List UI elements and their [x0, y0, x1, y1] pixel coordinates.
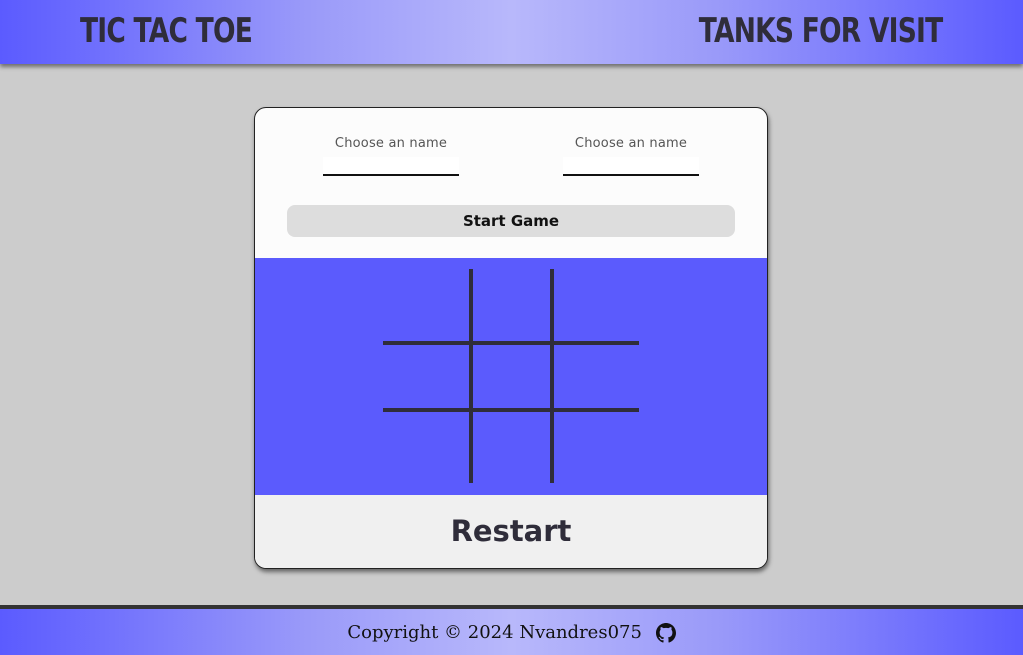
game-card: Choose an name Choose an name Start Game… — [254, 107, 768, 569]
grid-line-horizontal — [383, 341, 639, 345]
page-header: TIC TAC TOE TANKS FOR VISIT — [0, 0, 1023, 64]
player-two-field: Choose an name — [563, 135, 699, 176]
board-cell[interactable] — [470, 269, 552, 342]
board-cell[interactable] — [470, 342, 552, 409]
board-cell[interactable] — [383, 269, 470, 342]
github-icon[interactable] — [655, 623, 676, 643]
player-one-label: Choose an name — [334, 136, 448, 151]
player-one-field: Choose an name — [323, 135, 459, 176]
grid-line-vertical — [469, 269, 473, 483]
restart-button[interactable]: Restart — [255, 495, 767, 568]
grid-line-horizontal — [383, 408, 639, 412]
player-two-input[interactable] — [563, 157, 699, 176]
start-game-button[interactable]: Start Game — [287, 205, 735, 237]
grid-line-vertical — [550, 269, 554, 483]
board-cell[interactable] — [552, 269, 639, 342]
game-board — [383, 269, 639, 483]
site-title: TIC TAC TOE — [80, 11, 253, 51]
board-cell[interactable] — [383, 409, 470, 483]
board-cell[interactable] — [552, 342, 639, 409]
board-cell[interactable] — [470, 409, 552, 483]
board-cell[interactable] — [383, 342, 470, 409]
board-area — [255, 258, 767, 495]
footer-line: Copyright © 2024 Nvandres075 — [0, 622, 1023, 644]
player-one-input[interactable] — [323, 157, 459, 176]
thanks-title: TANKS FOR VISIT — [698, 11, 942, 51]
copyright-text: Copyright © 2024 Nvandres075 — [347, 622, 642, 643]
board-cell[interactable] — [552, 409, 639, 483]
player-two-label: Choose an name — [574, 136, 688, 151]
page-footer: Copyright © 2024 Nvandres075 — [0, 605, 1023, 655]
